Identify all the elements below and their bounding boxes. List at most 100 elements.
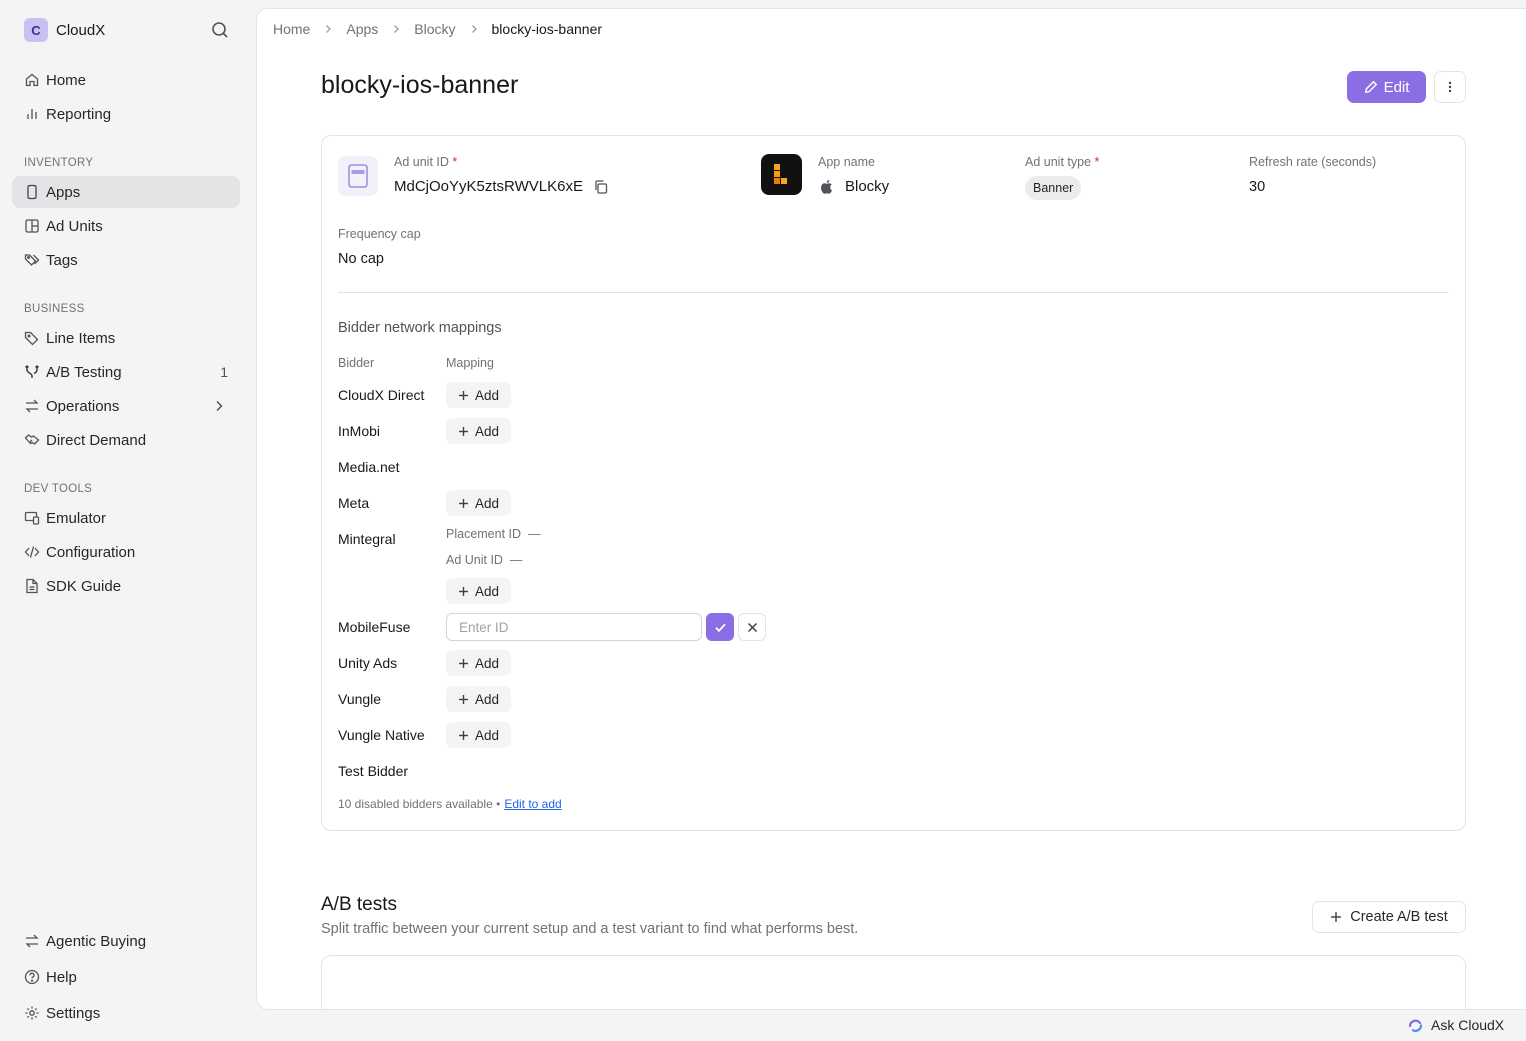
copy-icon[interactable]	[593, 179, 609, 195]
brand-logo: C	[24, 18, 48, 42]
breadcrumb-home[interactable]: Home	[273, 21, 310, 37]
app-name-text: Blocky	[845, 178, 890, 195]
sidebar-item-label: Operations	[46, 397, 120, 415]
edit-button[interactable]: Edit	[1347, 71, 1426, 103]
app-name-value: Blocky	[819, 178, 889, 195]
brand[interactable]: C CloudX	[24, 18, 105, 42]
add-mapping-button-vungle[interactable]: Add	[446, 686, 511, 712]
more-vertical-icon	[1448, 81, 1452, 93]
breadcrumb-current: blocky-ios-banner	[491, 21, 603, 37]
sidebar-item-label: Direct Demand	[46, 431, 147, 449]
edit-to-add-link[interactable]: Edit to add	[504, 797, 561, 811]
disabled-bidders-note: 10 disabled bidders available • Edit to …	[338, 797, 562, 811]
confirm-mapping-button[interactable]	[706, 613, 734, 641]
handshake-icon	[24, 432, 40, 448]
main-panel: Home Apps Blocky blocky-ios-banner block…	[256, 8, 1526, 1010]
refresh-rate-value: 30	[1249, 179, 1266, 195]
ab-testing-count-badge: 1	[220, 364, 228, 380]
chevron-right-icon	[216, 400, 223, 412]
search-icon[interactable]	[210, 20, 230, 40]
bidder-name: Test Bidder	[338, 763, 409, 779]
app-icon	[761, 154, 802, 195]
page-title: blocky-ios-banner	[321, 71, 519, 99]
sidebar-item-tags[interactable]: Tags	[12, 244, 240, 276]
sidebar-item-agentic-buying[interactable]: Agentic Buying	[12, 925, 240, 957]
ab-tests-title: A/B tests	[321, 894, 398, 915]
app-name-label: App name	[818, 155, 875, 169]
sidebar-item-label: SDK Guide	[46, 577, 122, 595]
sidebar-item-ab-testing[interactable]: A/B Testing 1	[12, 356, 240, 388]
sidebar-item-line-items[interactable]: Line Items	[12, 322, 240, 354]
edit-button-label: Edit	[1383, 78, 1410, 96]
sidebar-item-label: Configuration	[46, 543, 136, 561]
section-business: BUSINESS	[24, 303, 85, 315]
sidebar-item-ad-units[interactable]: Ad Units	[12, 210, 240, 242]
add-mapping-button-mintegral[interactable]: Add	[446, 578, 511, 604]
add-mapping-button-cloudx-direct[interactable]: Add	[446, 382, 511, 408]
refresh-rate-label: Refresh rate (seconds)	[1249, 155, 1377, 169]
sidebar-item-label: Tags	[46, 251, 78, 269]
layout-icon	[24, 218, 40, 234]
gear-icon	[24, 1005, 40, 1021]
sidebar-item-apps[interactable]: Apps	[12, 176, 240, 208]
breadcrumb-apps[interactable]: Apps	[346, 21, 378, 37]
section-dev-tools: DEV TOOLS	[24, 483, 93, 495]
sidebar-item-label: Emulator	[46, 509, 107, 527]
bidder-column-header: Bidder	[338, 356, 375, 370]
bidder-name: Mintegral	[338, 531, 396, 547]
bidder-name: Vungle Native	[338, 727, 425, 743]
create-ab-test-button[interactable]: Create A/B test	[1312, 901, 1466, 933]
sidebar-item-direct-demand[interactable]: Direct Demand	[12, 424, 240, 456]
chevron-right-icon	[326, 25, 332, 33]
sidebar-item-configuration[interactable]: Configuration	[12, 536, 240, 568]
chevron-right-icon	[394, 25, 400, 33]
mobilefuse-id-input[interactable]	[446, 613, 702, 641]
check-icon	[714, 623, 726, 632]
section-inventory: INVENTORY	[24, 157, 94, 169]
bidder-name: CloudX Direct	[338, 387, 425, 403]
cancel-mapping-button[interactable]	[738, 613, 766, 641]
close-icon	[747, 622, 757, 632]
devices-icon	[24, 510, 40, 526]
ad-unit-details-card: Ad unit ID * MdCjOoYyK5ztsRWVLK6xE App n…	[321, 135, 1466, 831]
bidder-name: Vungle	[338, 691, 382, 707]
app-root: C CloudX Home Reporting INVENTORY Apps A…	[0, 0, 1526, 1041]
apple-icon	[821, 180, 832, 194]
bidder-name: Unity Ads	[338, 655, 398, 671]
phone-icon	[24, 184, 40, 200]
breadcrumb: Home Apps Blocky blocky-ios-banner	[273, 21, 602, 37]
bidder-name: MobileFuse	[338, 619, 411, 635]
chevron-right-icon	[471, 25, 477, 33]
ad-unit-id-label: Ad unit ID *	[394, 155, 458, 169]
add-mapping-button-vungle-native[interactable]: Add	[446, 722, 511, 748]
ad-unit-id-value: MdCjOoYyK5ztsRWVLK6xE	[394, 178, 609, 195]
ad-unit-type-badge: Banner	[1025, 176, 1082, 200]
add-mapping-button-unity-ads[interactable]: Add	[446, 650, 511, 676]
sidebar-item-label: Settings	[46, 1004, 101, 1022]
mintegral-ad-unit-id: Ad Unit ID —	[446, 553, 523, 567]
sidebar-item-label: Reporting	[46, 105, 112, 123]
sidebar-item-emulator[interactable]: Emulator	[12, 502, 240, 534]
frequency-cap-label: Frequency cap	[338, 227, 421, 241]
pencil-icon	[1364, 80, 1377, 94]
assistant-icon	[1408, 1019, 1423, 1032]
ask-cloudx-button[interactable]: Ask CloudX	[1407, 1014, 1504, 1036]
file-icon	[24, 578, 40, 594]
more-options-button[interactable]	[1434, 71, 1466, 103]
add-mapping-button-inmobi[interactable]: Add	[446, 418, 511, 444]
bar-chart-icon	[24, 106, 40, 122]
bidder-name: Media.net	[338, 459, 400, 475]
sidebar-item-operations[interactable]: Operations	[12, 390, 240, 422]
ab-tests-subtitle: Split traffic between your current setup…	[321, 921, 859, 937]
plus-icon	[458, 390, 468, 400]
sidebar-item-help[interactable]: Help	[12, 961, 240, 993]
sidebar-item-reporting[interactable]: Reporting	[12, 98, 240, 130]
ad-unit-type-label: Ad unit type *	[1025, 155, 1100, 169]
tags-icon	[24, 252, 40, 268]
add-mapping-button-meta[interactable]: Add	[446, 490, 511, 516]
sidebar-item-settings[interactable]: Settings	[12, 997, 240, 1029]
sidebar-item-label: Agentic Buying	[46, 932, 147, 950]
sidebar-item-sdk-guide[interactable]: SDK Guide	[12, 570, 240, 602]
breadcrumb-app[interactable]: Blocky	[414, 21, 455, 37]
sidebar-item-home[interactable]: Home	[12, 64, 240, 96]
